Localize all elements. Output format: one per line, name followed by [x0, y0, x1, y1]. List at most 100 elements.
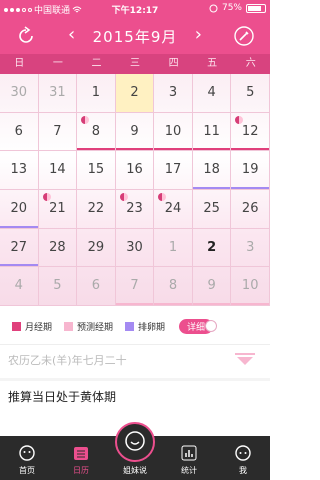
calendar-day-cell[interactable]: 10 — [231, 267, 270, 306]
month-nav: ‹ 2015年9月 › — [0, 18, 270, 54]
stats-icon — [181, 445, 197, 461]
calendar-day-cell[interactable]: 29 — [77, 228, 116, 268]
home-icon — [19, 445, 35, 461]
month-title: 2015年9月 — [92, 28, 178, 46]
predicted-swatch — [64, 321, 74, 331]
cycle-marker-icon — [158, 193, 167, 201]
tab-calendar-label: 日历 — [73, 466, 89, 475]
calendar-day-cell[interactable]: 8 — [77, 112, 116, 152]
calendar-day-cell[interactable]: 16 — [115, 151, 155, 190]
calendar-day-cell[interactable]: 5 — [231, 74, 270, 113]
calendar-day-cell[interactable]: 4 — [192, 74, 232, 113]
calendar-day-cell[interactable]: 18 — [192, 151, 232, 190]
tab-bar: 首页 日历 姐妹说 统计 我 — [0, 422, 270, 480]
calendar-day-cell[interactable]: 13 — [0, 151, 39, 190]
section-divider — [0, 378, 270, 381]
calendar-day-cell[interactable]: 9 — [115, 112, 155, 152]
cycle-marker-icon — [81, 115, 90, 124]
cycle-marker-icon — [42, 193, 51, 201]
calendar-day-cell[interactable]: 1 — [154, 228, 193, 268]
status-bar: 中国联通 下午12:17 75% — [0, 0, 270, 18]
legend-ovulation-label: 排卵期 — [138, 322, 166, 333]
cycle-stripe — [77, 148, 115, 151]
weekday-row: 日 一 二 三 四 五 六 — [0, 54, 270, 74]
calendar-day-cell[interactable]: 19 — [231, 151, 270, 190]
toggle-knob — [205, 319, 218, 332]
cycle-stripe — [192, 186, 231, 189]
tab-me[interactable]: 我 — [216, 436, 270, 480]
calendar-day-cell[interactable]: 7 — [38, 112, 78, 152]
chat-icon — [125, 430, 145, 451]
calendar-day-cell[interactable]: 12 — [231, 112, 270, 152]
calendar-day-cell[interactable]: 24 — [154, 190, 193, 229]
calendar-day-cell[interactable]: 27 — [0, 228, 39, 268]
edit-icon[interactable] — [232, 24, 256, 48]
collapse-arrow-icon[interactable] — [234, 352, 256, 366]
calendar-day-cell[interactable]: 9 — [192, 267, 232, 306]
calendar-day-cell[interactable]: 26 — [231, 190, 270, 229]
cycle-stripe — [192, 148, 231, 151]
calendar-day-cell[interactable]: 2 — [115, 74, 155, 113]
tab-sisters[interactable]: 姐妹说 — [108, 422, 162, 480]
calendar-day-cell[interactable]: 6 — [77, 267, 116, 306]
cycle-marker-icon — [119, 193, 128, 201]
period-swatch — [12, 321, 21, 331]
cycle-marker-icon — [235, 115, 244, 124]
legend-period-label: 月经期 — [25, 322, 53, 333]
next-month-button[interactable]: › — [195, 24, 202, 45]
weekday-label: 二 — [91, 58, 102, 69]
divider — [0, 344, 270, 345]
calendar-day-cell[interactable]: 25 — [192, 190, 232, 229]
legend-predicted: 预测经期 — [64, 320, 113, 333]
cycle-stripe — [231, 302, 269, 305]
calendar-day-cell[interactable]: 3 — [154, 74, 193, 113]
legend-predicted-label: 预测经期 — [77, 322, 114, 333]
legend: 月经期 预测经期 排卵期 详细 — [0, 308, 270, 344]
tab-home[interactable]: 首页 — [0, 436, 54, 480]
calendar-day-cell[interactable]: 3 — [231, 228, 270, 268]
calendar-day-cell[interactable]: 4 — [0, 267, 39, 306]
chat-bubble — [115, 422, 155, 462]
legend-ovulation: 排卵期 — [125, 320, 165, 333]
weekday-label: 五 — [207, 58, 218, 69]
calendar-day-cell[interactable]: 11 — [192, 112, 232, 152]
calendar-day-cell[interactable]: 23 — [115, 190, 155, 229]
calendar-day-cell[interactable]: 1 — [77, 74, 116, 113]
tab-me-label: 我 — [239, 466, 247, 475]
tab-calendar[interactable]: 日历 — [54, 436, 108, 480]
calendar-day-cell[interactable]: 30 — [0, 74, 39, 113]
detail-toggle[interactable]: 详细 — [179, 318, 218, 334]
calendar-day-cell[interactable]: 5 — [38, 267, 78, 306]
calendar-day-cell[interactable]: 15 — [77, 151, 116, 190]
tab-home-label: 首页 — [19, 466, 35, 475]
legend-period: 月经期 — [12, 320, 52, 333]
calendar-day-cell[interactable]: 14 — [38, 151, 78, 190]
calendar-day-cell[interactable]: 8 — [154, 267, 193, 306]
ovulation-swatch — [125, 321, 135, 331]
cycle-stripe — [0, 264, 38, 267]
calendar-day-cell[interactable]: 7 — [115, 267, 155, 306]
calendar-day-cell[interactable]: 20 — [0, 190, 39, 229]
cycle-stripe — [231, 186, 269, 189]
battery-icon — [246, 3, 266, 13]
tab-sisters-label: 姐妹说 — [123, 466, 147, 475]
calendar-day-cell[interactable]: 10 — [154, 112, 193, 152]
weekday-label: 一 — [52, 58, 63, 69]
calendar-day-cell[interactable]: 28 — [38, 228, 78, 268]
calendar-day-cell[interactable]: 30 — [115, 228, 155, 268]
calendar-day-cell[interactable]: 6 — [0, 112, 39, 152]
lock-rotation-icon — [209, 4, 218, 12]
weekday-label: 三 — [130, 58, 141, 69]
tab-stats-label: 统计 — [181, 466, 197, 475]
calendar-day-cell[interactable]: 2 — [192, 228, 232, 268]
calendar-day-cell[interactable]: 17 — [154, 151, 193, 190]
weekday-label: 日 — [14, 58, 25, 69]
weekday-label: 六 — [245, 58, 256, 69]
cycle-stripe — [115, 302, 154, 305]
tab-stats[interactable]: 统计 — [162, 436, 216, 480]
cycle-stripe — [115, 148, 154, 151]
calendar-day-cell[interactable]: 22 — [77, 190, 116, 229]
calendar-day-cell[interactable]: 31 — [38, 74, 78, 113]
calendar-day-cell[interactable]: 21 — [38, 190, 78, 229]
weekday-label: 四 — [168, 58, 179, 69]
